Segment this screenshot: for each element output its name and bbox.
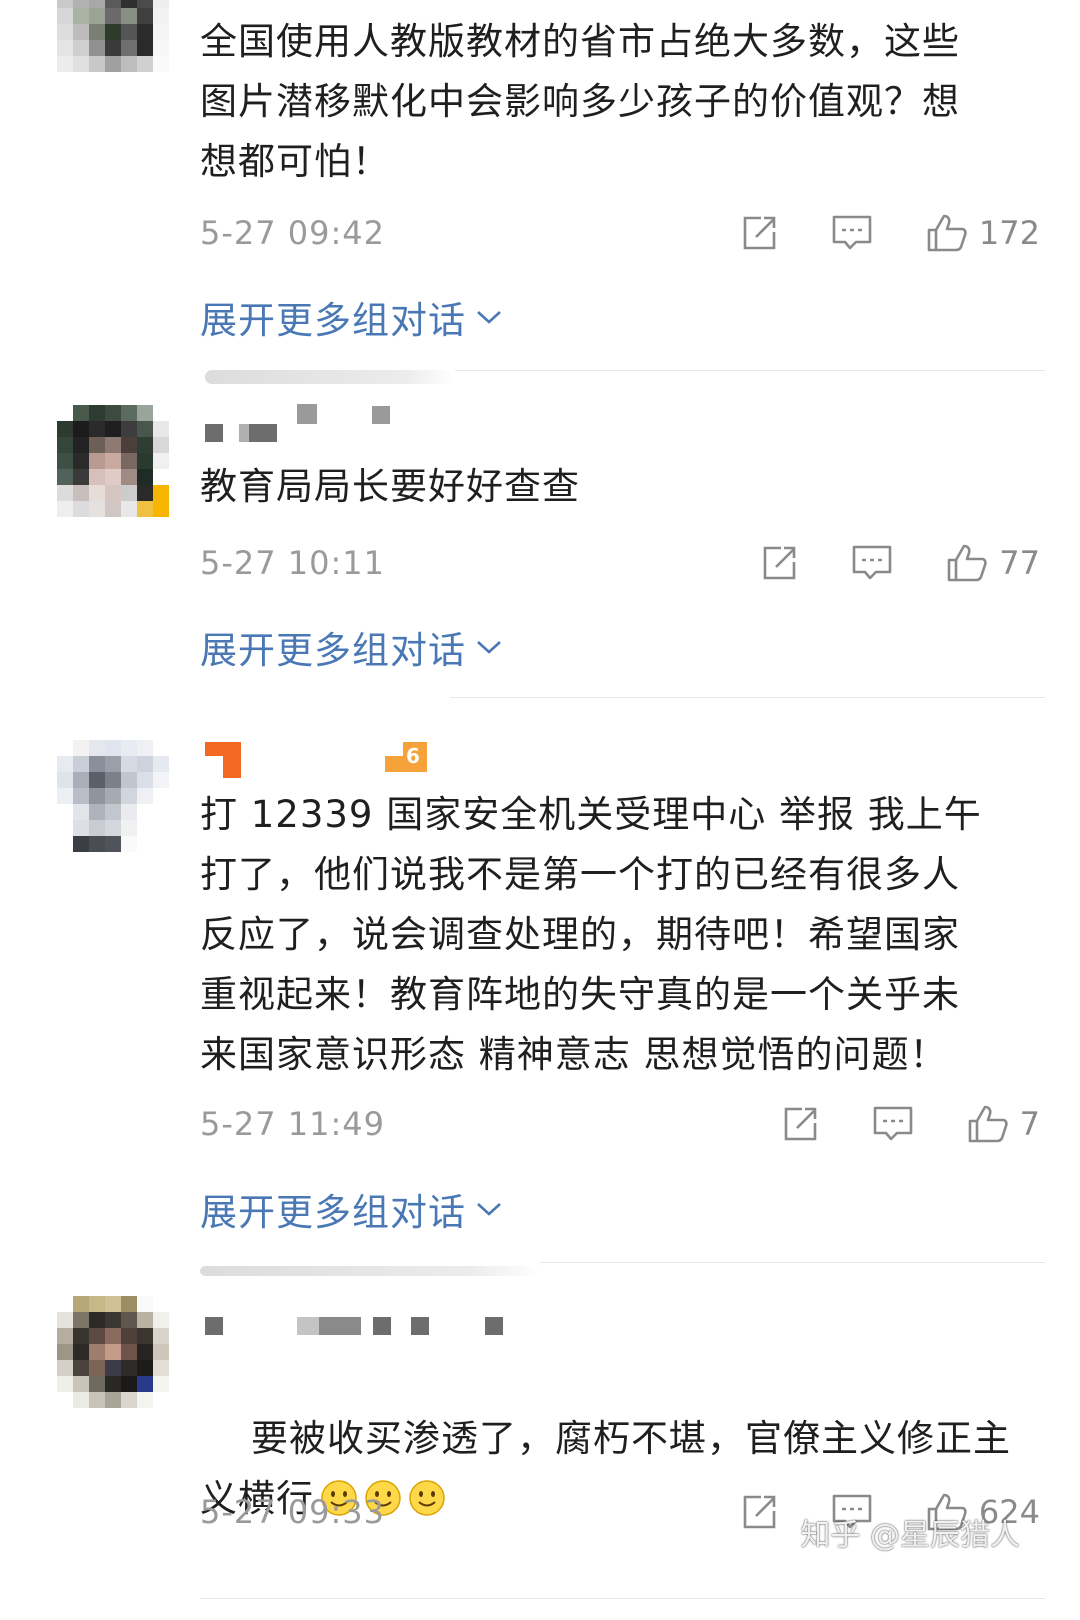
share-button[interactable] [739, 213, 779, 253]
username-redacted[interactable]: 6 [205, 738, 445, 778]
thumbs-up-icon [927, 214, 967, 252]
comment-icon [832, 215, 872, 250]
expand-label: 展开更多组对话 [200, 299, 466, 342]
comment-meta: 5-27 09:42 172 [200, 210, 1040, 256]
comment-time: 5-27 09:42 [200, 214, 386, 252]
reply-button[interactable] [851, 543, 893, 583]
expand-conversation-link[interactable]: 展开更多组对话 [200, 1182, 504, 1236]
share-button[interactable] [780, 1104, 820, 1144]
avatar[interactable] [57, 405, 169, 517]
watermark-text: 知乎 @星辰猎人 [800, 1518, 1020, 1553]
like-button[interactable]: 172 [925, 212, 1040, 254]
share-icon [743, 216, 776, 250]
divider [450, 697, 1045, 698]
divider [455, 370, 1045, 371]
divider [205, 370, 455, 384]
comment-icon [873, 1106, 912, 1141]
like-button[interactable]: 7 [966, 1103, 1040, 1145]
avatar[interactable] [57, 0, 169, 72]
username-redacted[interactable] [205, 1305, 525, 1345]
share-icon [743, 1495, 776, 1529]
comment-text: 要被收买渗透了，腐朽不堪，官僚主义修正主 义横行 [200, 1349, 1040, 1595]
share-button[interactable] [739, 1492, 779, 1532]
comment-actions: 7 [728, 1101, 1040, 1147]
comment-time: 5-27 10:11 [200, 544, 386, 582]
comment-actions: 172 [687, 210, 1040, 256]
expand-label: 展开更多组对话 [200, 629, 466, 672]
level-badge: 6 [406, 744, 420, 768]
comment-time: 5-27 09:33 [200, 1493, 386, 1531]
comment-actions: 77 [707, 540, 1040, 586]
share-button[interactable] [759, 543, 799, 583]
thumbs-up-icon [968, 1105, 1008, 1143]
share-icon [784, 1107, 816, 1141]
comment-text: 教育局局长要好好查查 [200, 465, 580, 508]
comment-text: 全国使用人教版教材的省市占绝大多数，这些 图片潜移默化中会影响多少孩子的价值观？… [200, 20, 960, 183]
share-icon [763, 546, 796, 580]
chevron-down-icon [477, 641, 501, 654]
chevron-down-icon [477, 311, 501, 324]
thumbs-up-icon [947, 544, 987, 582]
like-count: 7 [1019, 1105, 1040, 1143]
reply-button[interactable] [831, 213, 873, 253]
expand-conversation-link[interactable]: 展开更多组对话 [200, 620, 504, 674]
comment-meta: 5-27 11:49 7 [200, 1101, 1040, 1147]
divider [200, 1266, 540, 1276]
comment-text: 打 12339 国家安全机关受理中心 举报 我上午 打了，他们说我不是第一个打的… [200, 793, 982, 1076]
avatar[interactable] [57, 740, 169, 852]
comment-meta: 5-27 10:11 77 [200, 540, 1040, 586]
like-count: 77 [999, 544, 1040, 582]
divider [200, 1598, 1045, 1599]
avatar[interactable] [57, 1296, 169, 1408]
like-button[interactable]: 77 [945, 542, 1040, 584]
comment-time: 5-27 11:49 [200, 1105, 386, 1143]
expand-conversation-link[interactable]: 展开更多组对话 [200, 290, 504, 344]
chevron-down-icon [477, 1203, 501, 1216]
comment-icon [852, 545, 892, 580]
expand-label: 展开更多组对话 [200, 1191, 466, 1234]
reply-button[interactable] [872, 1104, 914, 1144]
divider [540, 1262, 1045, 1263]
like-count: 172 [978, 214, 1040, 252]
